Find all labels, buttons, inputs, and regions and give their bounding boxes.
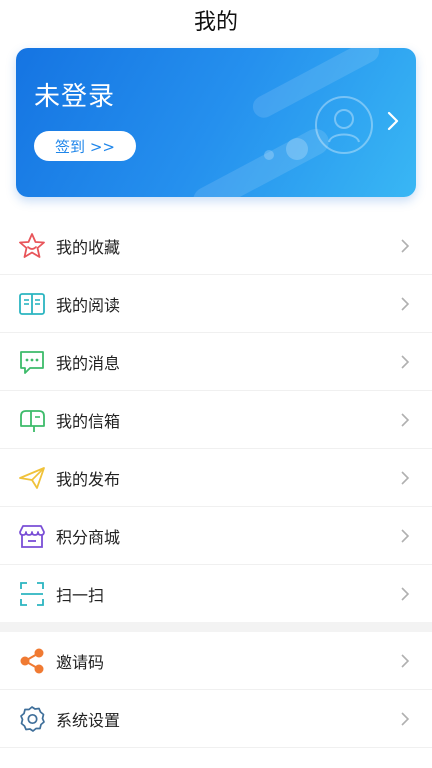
- scan-icon: [20, 582, 44, 606]
- paper-plane-icon: [19, 467, 45, 489]
- profile-card[interactable]: 未登录 签到 >>: [16, 48, 416, 197]
- menu-item-invite-code[interactable]: 邀请码: [0, 632, 432, 690]
- star-icon: [19, 233, 45, 258]
- chevron-right-icon: [401, 654, 410, 668]
- menu-item-label: 我的阅读: [56, 295, 121, 315]
- gear-icon: [20, 706, 45, 732]
- user-silhouette-icon: [328, 109, 360, 143]
- menu-item-label: 我的消息: [56, 353, 121, 373]
- section-divider: [0, 622, 432, 632]
- menu-item-points-mall[interactable]: 积分商城: [0, 507, 432, 565]
- message-icon: [20, 351, 44, 374]
- page-title: 我的: [193, 10, 238, 35]
- card-decoration-dot: [286, 138, 308, 160]
- card-decoration-dot: [264, 150, 274, 160]
- chevron-right-icon: [401, 587, 410, 601]
- card-decoration: [188, 124, 334, 197]
- chevron-right-icon: [401, 355, 410, 369]
- menu-item-settings[interactable]: 系统设置: [0, 690, 432, 748]
- book-icon: [19, 293, 45, 315]
- share-icon: [20, 648, 44, 674]
- mailbox-icon: [20, 410, 45, 432]
- menu-item-favorites[interactable]: 我的收藏: [0, 217, 432, 275]
- page-header: 我的: [0, 0, 432, 40]
- chevron-right-icon: [401, 471, 410, 485]
- menu-item-label: 邀请码: [56, 652, 105, 672]
- menu-item-label: 积分商城: [56, 527, 121, 547]
- menu-item-label: 系统设置: [56, 710, 121, 730]
- chevron-right-icon: [401, 239, 410, 253]
- menu-item-label: 我的发布: [56, 469, 121, 489]
- menu-item-publish[interactable]: 我的发布: [0, 449, 432, 507]
- chevron-right-icon: [401, 712, 410, 726]
- chevron-right-icon: [401, 529, 410, 543]
- login-status[interactable]: 未登录: [34, 76, 115, 113]
- menu-list: 我的收藏 我的阅读 我的消息 我的信箱 我的发布 积分商城 扫一扫 邀请码 系统…: [0, 217, 432, 748]
- menu-item-mailbox[interactable]: 我的信箱: [0, 391, 432, 449]
- chevron-right-icon: [401, 297, 410, 311]
- menu-item-label: 我的信箱: [56, 411, 121, 431]
- checkin-button[interactable]: 签到 >>: [34, 131, 136, 161]
- menu-item-messages[interactable]: 我的消息: [0, 333, 432, 391]
- store-icon: [19, 525, 45, 548]
- chevron-right-icon[interactable]: [386, 110, 400, 132]
- chevron-right-icon: [401, 413, 410, 427]
- menu-item-scan[interactable]: 扫一扫: [0, 565, 432, 622]
- menu-item-reading[interactable]: 我的阅读: [0, 275, 432, 333]
- avatar[interactable]: [315, 96, 373, 154]
- menu-item-label: 扫一扫: [56, 585, 105, 605]
- menu-item-label: 我的收藏: [56, 237, 121, 257]
